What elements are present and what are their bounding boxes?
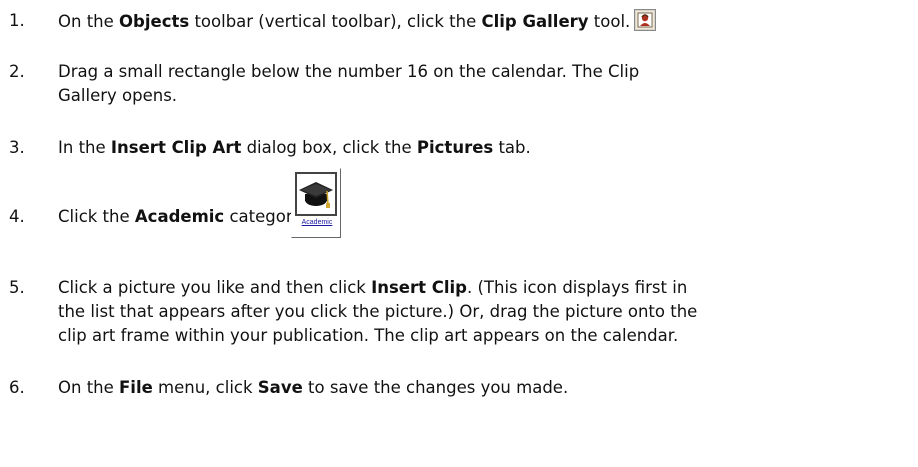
insert-clip-art-term: Insert Clip Art (110, 138, 242, 157)
text-run: On the (58, 378, 120, 397)
step-number: 1. (9, 11, 25, 30)
text-run: to save the changes you made. (302, 378, 569, 397)
text-line: Drag a small rectangle below the number … (58, 62, 640, 81)
step-text: In the Insert Clip Art dialog box, click… (58, 136, 531, 160)
insert-clip-term: Insert Clip (371, 278, 467, 297)
objects-toolbar-term: Objects (119, 12, 190, 31)
step-text: On the Objects toolbar (vertical toolbar… (58, 9, 657, 34)
text-line: clip art frame within your publication. … (58, 326, 679, 345)
pictures-term: Pictures (416, 138, 494, 157)
clip-gallery-term: Clip Gallery (481, 12, 589, 31)
step-text: Click a picture you like and then click … (58, 276, 697, 348)
text-run: tab. (493, 138, 531, 157)
text-run: menu, click (152, 378, 258, 397)
step-text: On the File menu, click Save to save the… (58, 376, 568, 400)
step-number: 4. (9, 207, 25, 226)
academic-category-button: Academic (291, 168, 341, 238)
text-run: In the (58, 138, 111, 157)
text-line: the list that appears after you click th… (58, 302, 698, 321)
file-menu-term: File (119, 378, 153, 397)
step-text: Drag a small rectangle below the number … (58, 60, 639, 108)
academic-term: Academic (134, 207, 225, 226)
academic-icon-label: Academic (301, 219, 333, 226)
step-text: Click the Academic category. (58, 205, 305, 229)
text-run: dialog box, click the (241, 138, 417, 157)
step-number: 5. (9, 278, 25, 297)
graduation-cap-icon (295, 172, 337, 216)
text-run: tool. (588, 12, 631, 31)
step-number: 2. (9, 62, 25, 81)
text-run: toolbar (vertical toolbar), click the (189, 12, 482, 31)
text-run: On the (58, 12, 120, 31)
clip-gallery-icon (634, 9, 657, 31)
step-number: 3. (9, 138, 25, 157)
step-number: 6. (9, 378, 25, 397)
text-run: Click the (58, 207, 135, 226)
text-run: . (This icon displays first in (466, 278, 688, 297)
text-run: Click a picture you like and then click (58, 278, 372, 297)
text-line: Gallery opens. (58, 86, 178, 105)
save-term: Save (257, 378, 303, 397)
